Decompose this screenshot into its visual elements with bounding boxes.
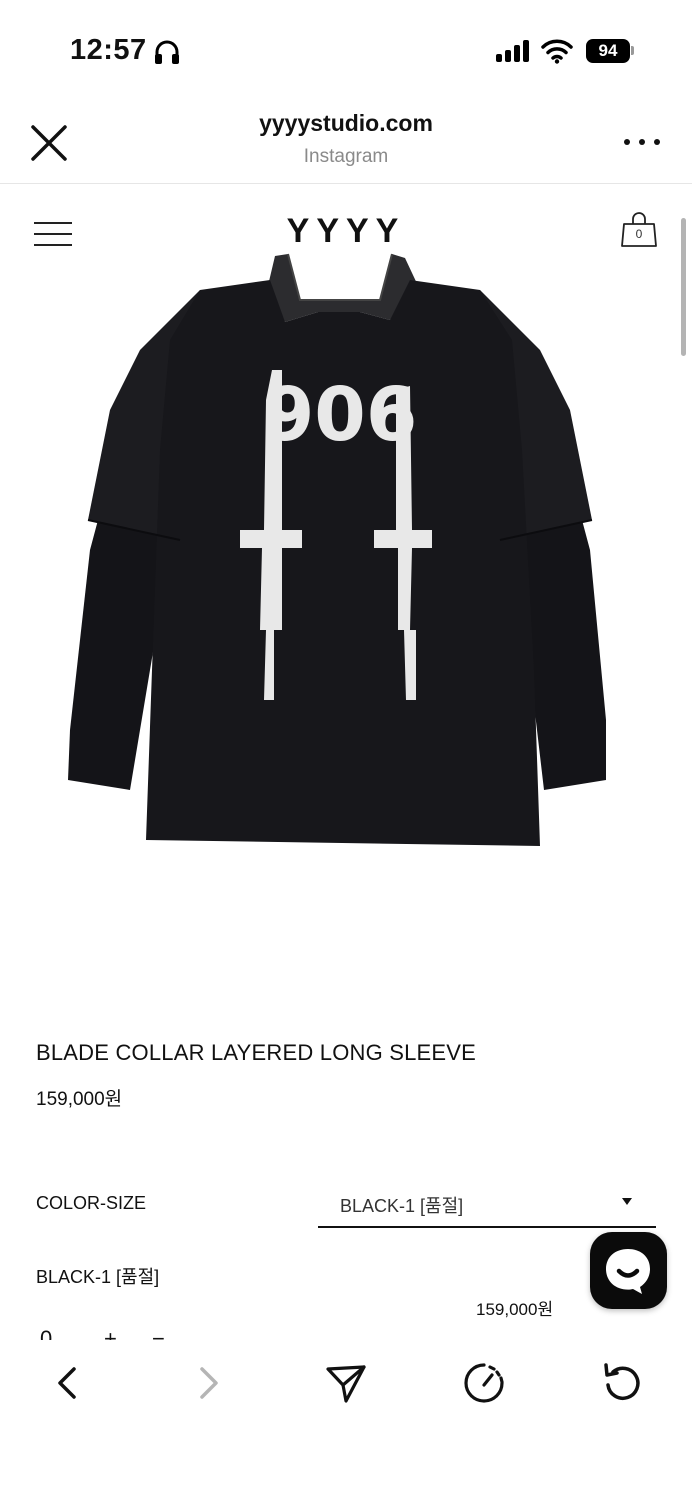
wifi-icon <box>541 39 573 64</box>
site-logo[interactable]: YYYY <box>0 212 692 251</box>
status-bar: 12:57 94 <box>0 0 692 96</box>
browser-url-title: yyyystudio.com <box>259 110 433 136</box>
battery-icon: 94 <box>586 39 630 63</box>
battery-nub <box>631 46 634 55</box>
bag-count: 0 <box>635 227 643 241</box>
product-price: 159,000원 <box>36 1089 123 1110</box>
product-print-text: 906 <box>263 368 417 454</box>
browser-subtitle: Instagram <box>303 146 389 167</box>
color-size-select[interactable]: BLACK-1 [품절] <box>318 1182 656 1228</box>
scrollbar[interactable] <box>681 218 686 356</box>
status-time: 12:57 <box>70 34 147 66</box>
product-name: BLADE COLLAR LAYERED LONG SLEEVE <box>36 1040 477 1065</box>
share-icon[interactable] <box>324 1361 368 1405</box>
quantity-value[interactable]: 0 <box>40 1326 52 1340</box>
bottom-toolbar <box>0 1341 692 1500</box>
chat-button[interactable] <box>590 1232 667 1309</box>
caret-down-icon <box>622 1198 632 1205</box>
headphones-icon <box>155 40 179 64</box>
signal-icon <box>496 40 529 62</box>
product-image[interactable]: 906 <box>60 250 620 860</box>
back-icon[interactable] <box>46 1361 90 1405</box>
reload-icon[interactable] <box>600 1361 644 1405</box>
selected-option-name: BLACK-1 [품절] <box>36 1267 160 1287</box>
shopping-bag-button[interactable]: 0 <box>621 210 657 248</box>
more-icon[interactable] <box>624 136 660 148</box>
chat-icon <box>606 1249 650 1294</box>
forward-icon[interactable] <box>186 1361 230 1405</box>
minus-button[interactable]: − <box>152 1326 165 1340</box>
selected-option-price: 159,000원 <box>476 1300 554 1319</box>
option-label: COLOR-SIZE <box>36 1193 147 1213</box>
select-value: BLACK-1 [품절] <box>340 1196 464 1216</box>
quantity-stepper: 0 + − <box>36 1326 186 1340</box>
plus-button[interactable]: + <box>104 1326 117 1340</box>
safari-icon[interactable] <box>462 1361 506 1405</box>
browser-header: yyyystudio.com Instagram <box>0 96 692 184</box>
